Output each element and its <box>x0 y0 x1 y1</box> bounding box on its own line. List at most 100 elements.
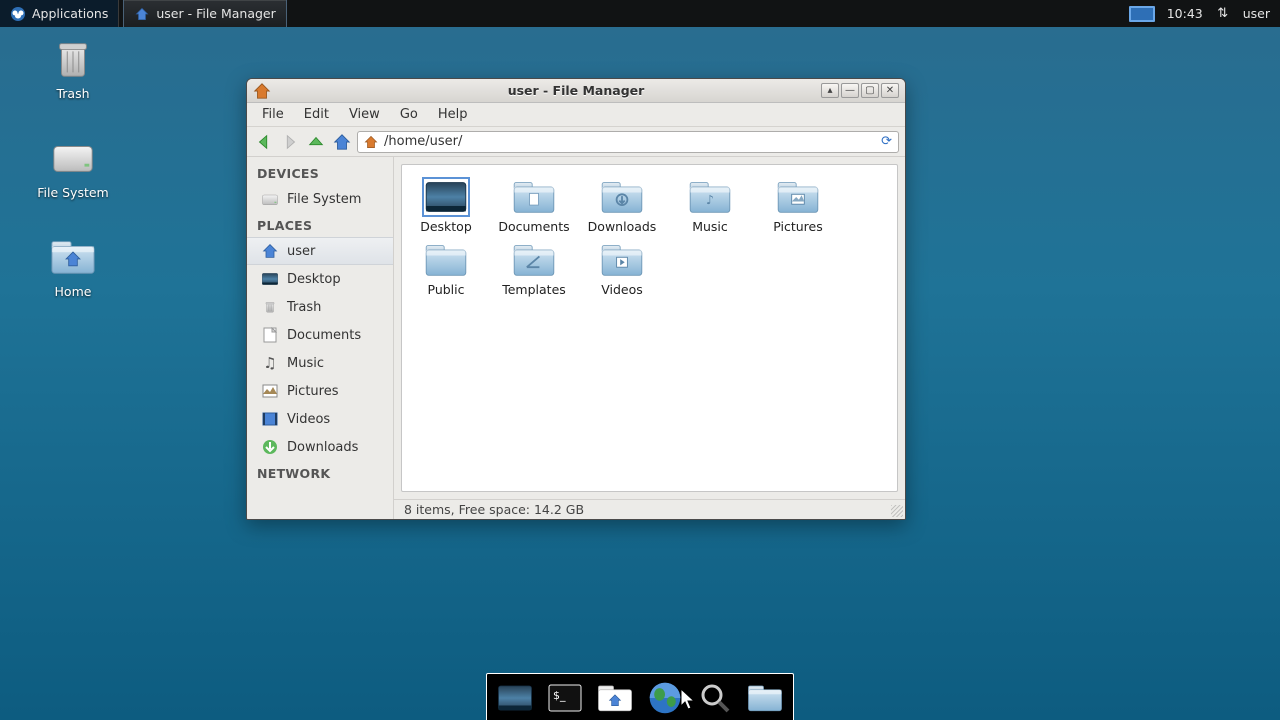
sidebar-item-music[interactable]: ♫ Music <box>247 349 393 377</box>
desktop-icon <box>261 270 279 288</box>
sidebar: DEVICES File System PLACES user Desktop … <box>247 157 394 519</box>
window-title: user - File Manager <box>247 83 905 98</box>
desktop-icon-label: Home <box>55 284 92 299</box>
home-icon <box>261 242 279 260</box>
maximize-button[interactable]: ▢ <box>861 83 879 98</box>
user-menu[interactable]: user <box>1243 6 1270 21</box>
desktop-icon-trash[interactable]: Trash <box>18 36 128 101</box>
workspace-switcher[interactable] <box>1129 6 1155 22</box>
file-item-public[interactable]: Public <box>412 242 480 297</box>
download-icon <box>261 438 279 456</box>
trash-icon <box>50 36 96 82</box>
top-panel: Applications user - File Manager 10:43 ⇅… <box>0 0 1280 27</box>
sidebar-item-downloads[interactable]: Downloads <box>247 433 393 461</box>
path-text: /home/user/ <box>384 134 462 149</box>
dock-browser[interactable] <box>645 680 685 716</box>
file-label: Documents <box>498 219 569 234</box>
status-text: 8 items, Free space: 14.2 GB <box>404 502 584 517</box>
sidebar-item-label: Pictures <box>287 384 338 399</box>
rollup-button[interactable]: ▴ <box>821 83 839 98</box>
file-label: Desktop <box>420 219 472 234</box>
svg-text:♪: ♪ <box>706 192 714 207</box>
taskbar-button-label: user - File Manager <box>156 6 275 21</box>
file-item-pictures[interactable]: Pictures <box>764 179 832 234</box>
xfce-mouse-icon <box>10 6 26 22</box>
sidebar-item-trash[interactable]: Trash <box>247 293 393 321</box>
sidebar-item-label: user <box>287 244 315 259</box>
sidebar-item-pictures[interactable]: Pictures <box>247 377 393 405</box>
nav-forward-button[interactable] <box>279 131 301 153</box>
videos-icon <box>261 410 279 428</box>
desktop-icon-home[interactable]: Home <box>18 234 128 299</box>
sidebar-item-filesystem[interactable]: File System <box>247 185 393 213</box>
close-button[interactable]: ✕ <box>881 83 899 98</box>
home-folder-icon <box>50 234 96 280</box>
folder-icon <box>776 179 820 215</box>
nav-up-button[interactable] <box>305 131 327 153</box>
resize-grip[interactable] <box>891 505 903 517</box>
sidebar-item-label: Documents <box>287 328 361 343</box>
sidebar-item-label: Trash <box>287 300 321 315</box>
menu-help[interactable]: Help <box>429 105 477 124</box>
dock-filemanager[interactable] <box>595 680 635 716</box>
sidebar-item-videos[interactable]: Videos <box>247 405 393 433</box>
refresh-icon[interactable]: ⟳ <box>881 134 892 149</box>
file-label: Public <box>428 282 465 297</box>
titlebar[interactable]: user - File Manager ▴ — ▢ ✕ <box>247 79 905 103</box>
folder-icon <box>600 179 644 215</box>
dock-folder[interactable] <box>745 680 785 716</box>
dock: $_ <box>486 673 794 720</box>
sidebar-item-label: Downloads <box>287 440 358 455</box>
system-tray: 10:43 ⇅ user <box>1119 0 1280 27</box>
file-item-music[interactable]: ♪ Music <box>676 179 744 234</box>
menu-file[interactable]: File <box>253 105 293 124</box>
dock-terminal[interactable]: $_ <box>545 680 585 716</box>
menu-edit[interactable]: Edit <box>295 105 338 124</box>
file-item-templates[interactable]: Templates <box>500 242 568 297</box>
file-item-documents[interactable]: Documents <box>500 179 568 234</box>
toolbar: /home/user/ ⟳ <box>247 127 905 157</box>
clock[interactable]: 10:43 <box>1167 6 1203 21</box>
menu-go[interactable]: Go <box>391 105 427 124</box>
file-label: Templates <box>502 282 566 297</box>
taskbar-button-filemanager[interactable]: user - File Manager <box>123 0 286 27</box>
sidebar-item-documents[interactable]: Documents <box>247 321 393 349</box>
dock-show-desktop[interactable] <box>495 680 535 716</box>
menu-view[interactable]: View <box>340 105 389 124</box>
desktop-icon-filesystem[interactable]: File System <box>18 135 128 200</box>
dock-search[interactable] <box>695 680 735 716</box>
sidebar-item-user[interactable]: user <box>247 237 393 265</box>
file-label: Music <box>692 219 728 234</box>
file-item-desktop[interactable]: Desktop <box>412 179 480 234</box>
svg-text:$_: $_ <box>553 689 566 702</box>
music-icon: ♫ <box>261 354 279 372</box>
file-item-downloads[interactable]: Downloads <box>588 179 656 234</box>
sidebar-item-label: File System <box>287 192 361 207</box>
desktop-icons: Trash File System Home <box>18 36 128 333</box>
path-bar[interactable]: /home/user/ ⟳ <box>357 131 899 153</box>
nav-home-button[interactable] <box>331 131 353 153</box>
folder-icon: ♪ <box>688 179 732 215</box>
applications-menu-label: Applications <box>32 6 108 21</box>
desktop-icon-label: Trash <box>56 86 89 101</box>
sidebar-item-label: Desktop <box>287 272 341 287</box>
file-label: Downloads <box>588 219 657 234</box>
sidebar-item-desktop[interactable]: Desktop <box>247 265 393 293</box>
desktop-icon-label: File System <box>37 185 109 200</box>
trash-icon <box>261 298 279 316</box>
file-label: Videos <box>601 282 643 297</box>
menubar: File Edit View Go Help <box>247 103 905 127</box>
file-item-videos[interactable]: Videos <box>588 242 656 297</box>
network-icon[interactable]: ⇅ <box>1215 6 1231 22</box>
applications-menu-button[interactable]: Applications <box>0 0 119 27</box>
folder-icon <box>424 242 468 278</box>
file-label: Pictures <box>773 219 823 234</box>
minimize-button[interactable]: — <box>841 83 859 98</box>
desktop-folder-icon <box>424 179 468 215</box>
pictures-icon <box>261 382 279 400</box>
home-icon <box>134 6 150 22</box>
file-pane[interactable]: Desktop Documents Downloads ♪ Music Pict… <box>401 164 898 492</box>
folder-icon <box>600 242 644 278</box>
nav-back-button[interactable] <box>253 131 275 153</box>
statusbar: 8 items, Free space: 14.2 GB <box>394 499 905 519</box>
